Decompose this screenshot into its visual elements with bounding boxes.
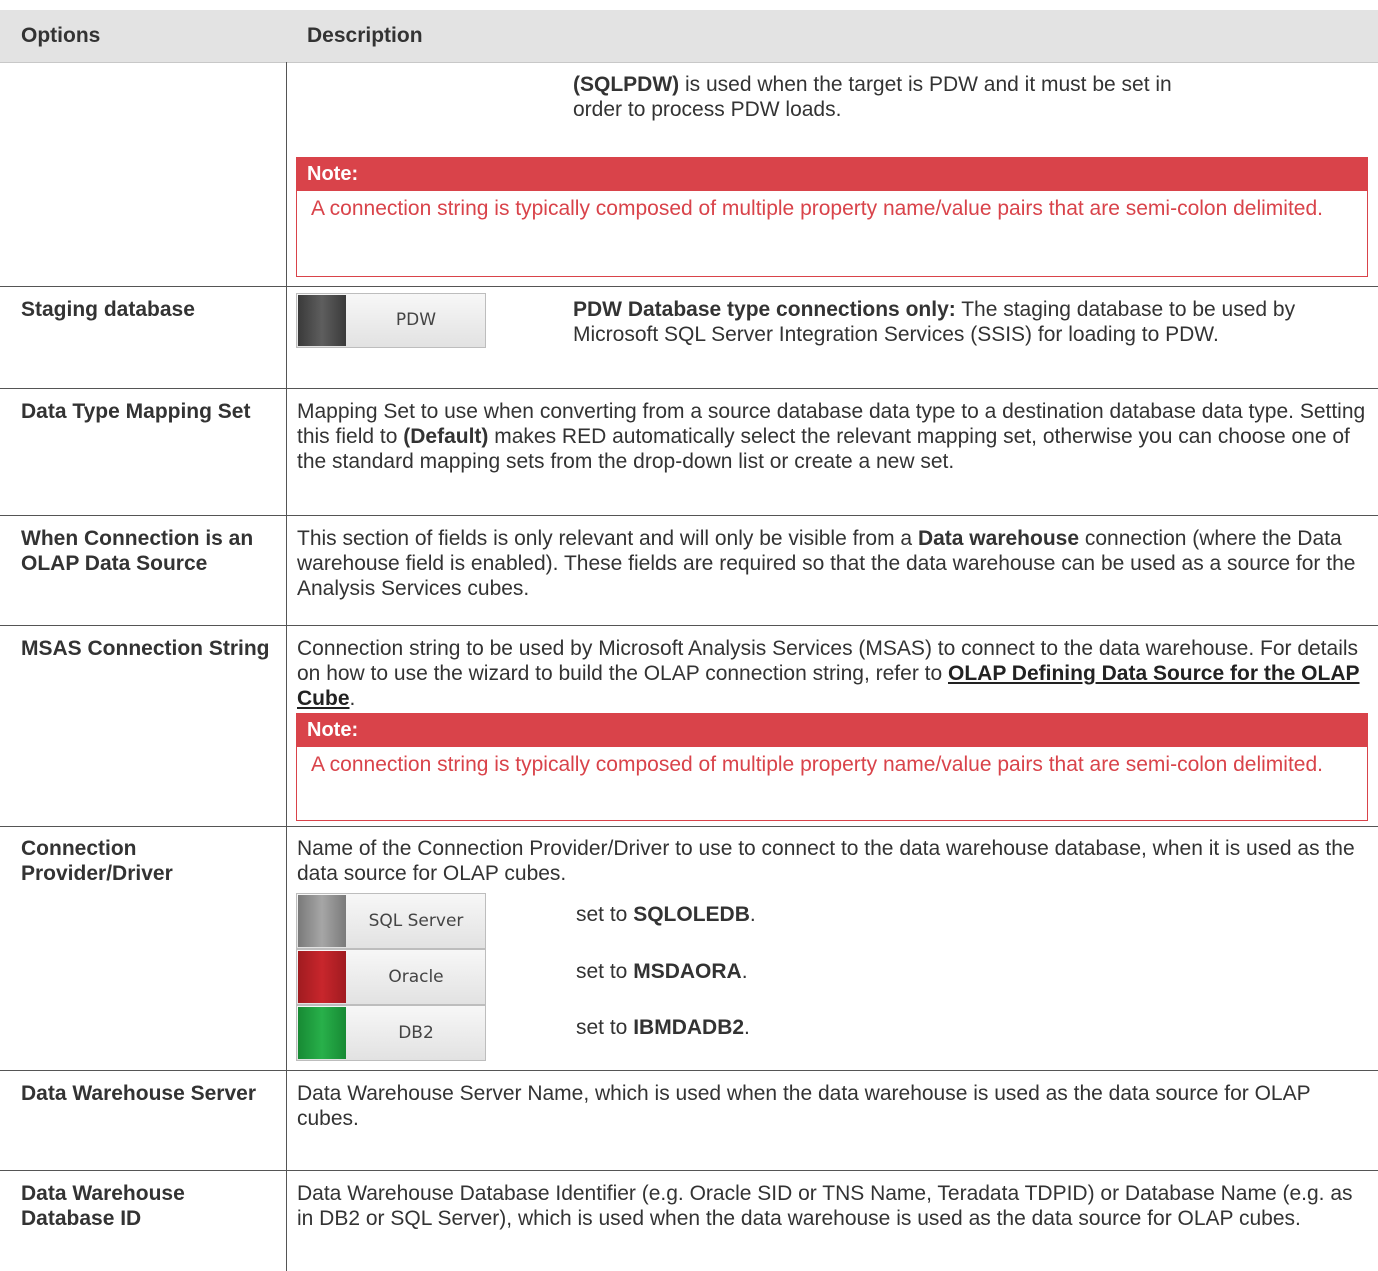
row-divider bbox=[0, 515, 1378, 516]
sqlserver-setting: set to SQLOLEDB. bbox=[576, 903, 756, 926]
option-dw-server: Data Warehouse Server bbox=[21, 1082, 256, 1105]
db2-setting: set to IBMDADB2. bbox=[576, 1016, 750, 1039]
note-text: A connection string is typically compose… bbox=[311, 753, 1323, 776]
option-dw-database-id: Data Warehouse Database ID bbox=[21, 1182, 185, 1230]
pdw-swatch bbox=[298, 295, 346, 346]
mapping-description: Mapping Set to use when converting from … bbox=[297, 400, 1366, 473]
row-divider bbox=[0, 1070, 1378, 1071]
description-column-header: Description bbox=[307, 24, 423, 47]
oracle-setting: set to MSDAORA. bbox=[576, 960, 748, 983]
option-msas-connection-string: MSAS Connection String bbox=[21, 637, 270, 660]
olap-description: This section of fields is only relevant … bbox=[297, 527, 1356, 600]
note-title: Note: bbox=[297, 714, 1367, 747]
sqlserver-label: SQL Server bbox=[368, 910, 464, 931]
note-box: Note: A connection string is typically c… bbox=[296, 157, 1368, 277]
row-divider bbox=[0, 388, 1378, 389]
row-divider bbox=[0, 826, 1378, 827]
db2-db-button: DB2 bbox=[296, 1005, 486, 1061]
provider-description: Name of the Connection Provider/Driver t… bbox=[297, 837, 1355, 885]
option-connection-provider: Connection Provider/Driver bbox=[21, 837, 173, 885]
sqlpdw-description: (SQLPDW) is used when the target is PDW … bbox=[573, 73, 1172, 121]
sqlserver-swatch bbox=[298, 895, 346, 947]
column-divider bbox=[286, 62, 287, 1271]
dw-server-description: Data Warehouse Server Name, which is use… bbox=[297, 1082, 1311, 1130]
note-title: Note: bbox=[297, 158, 1367, 191]
option-staging-database: Staging database bbox=[21, 298, 195, 321]
row-divider bbox=[0, 1170, 1378, 1171]
options-column-header: Options bbox=[21, 24, 101, 47]
row-divider bbox=[0, 286, 1378, 287]
pdw-label: PDW bbox=[395, 310, 437, 330]
row-divider bbox=[0, 625, 1378, 626]
msas-description: Connection string to be used by Microsof… bbox=[297, 637, 1360, 710]
oracle-label: Oracle bbox=[388, 966, 444, 987]
oracle-db-button: Oracle bbox=[296, 949, 486, 1005]
option-data-type-mapping-set: Data Type Mapping Set bbox=[21, 400, 251, 423]
oracle-swatch bbox=[298, 951, 346, 1003]
sqlserver-db-button: SQL Server bbox=[296, 893, 486, 949]
dw-database-id-description: Data Warehouse Database Identifier (e.g.… bbox=[297, 1182, 1353, 1230]
staging-description: PDW Database type connections only: The … bbox=[573, 298, 1296, 346]
db2-swatch bbox=[298, 1007, 346, 1059]
option-olap-data-source: When Connection is an OLAP Data Source bbox=[21, 527, 254, 575]
note-box: Note: A connection string is typically c… bbox=[296, 713, 1368, 821]
table-header: Options Description bbox=[0, 10, 1378, 63]
pdw-db-button: PDW bbox=[296, 293, 486, 348]
note-text: A connection string is typically compose… bbox=[311, 197, 1323, 220]
db2-label: DB2 bbox=[398, 1022, 434, 1043]
